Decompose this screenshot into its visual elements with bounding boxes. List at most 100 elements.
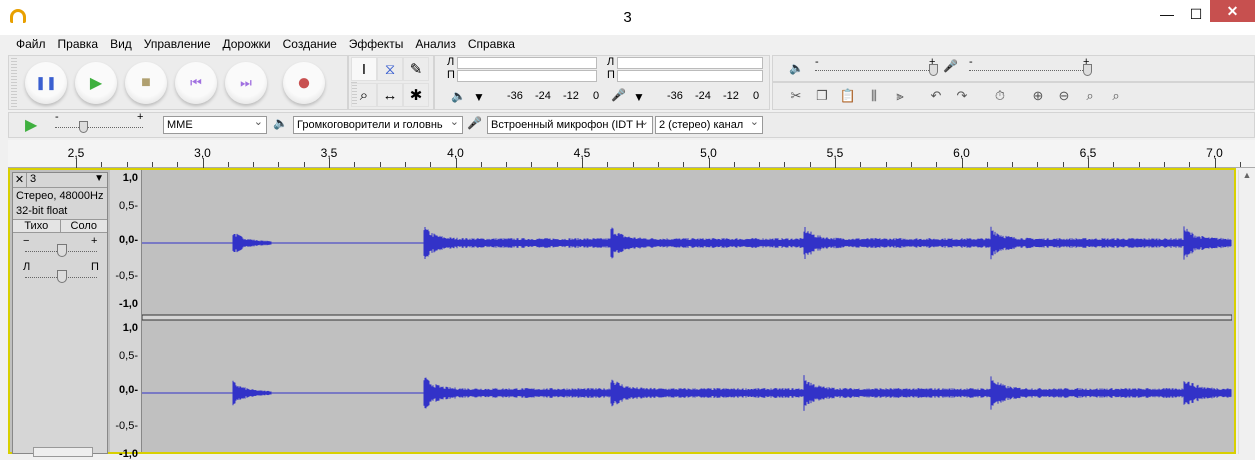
playback-speed-slider[interactable] (55, 127, 143, 128)
microphone-icon: 🎤 (467, 116, 482, 130)
pause-button[interactable]: ❚❚ (25, 61, 67, 104)
microphone-icon[interactable]: 🎤 (611, 88, 626, 102)
ruler-minor-tick (759, 162, 761, 167)
solo-button[interactable]: Соло (60, 220, 107, 232)
meter-tick: -36 (507, 90, 523, 102)
record-button[interactable]: ● (283, 61, 325, 104)
silence-icon[interactable]: ⫸ (887, 84, 913, 108)
speaker-icon: 🔈 (273, 116, 288, 130)
ruler-minor-tick (809, 162, 811, 167)
ruler-minor-tick (1239, 162, 1241, 167)
zoom-out-icon[interactable]: ⊖ (1051, 84, 1077, 108)
timeshift-tool-icon[interactable]: ↔ (377, 83, 403, 107)
input-device-select[interactable]: Встроенный микрофон (IDT H (487, 116, 653, 134)
ruler-minor-tick (1189, 162, 1191, 167)
playback-speed-thumb[interactable] (79, 121, 88, 133)
playback-volume-thumb[interactable] (929, 64, 938, 76)
vertical-scrollbar[interactable]: ▲ (1238, 170, 1255, 454)
ruler-minor-tick (632, 162, 634, 167)
waveform[interactable] (142, 170, 1232, 452)
ruler-major-tick (708, 158, 710, 168)
trim-icon[interactable]: ⫼ (861, 84, 887, 108)
menu-view[interactable]: Вид (104, 35, 138, 53)
gain-min-label: − (23, 235, 30, 247)
undo-icon[interactable]: ↶ (923, 84, 949, 108)
menu-tracks[interactable]: Дорожки (217, 35, 277, 53)
menu-edit[interactable]: Правка (52, 35, 105, 53)
playback-meter-menu-icon[interactable]: ▼ (473, 90, 485, 104)
audio-host-select[interactable]: MME (163, 116, 267, 134)
envelope-tool-icon[interactable]: ⧖ (377, 57, 403, 81)
microphone-icon: 🎤 (943, 59, 958, 73)
close-button[interactable]: ✕ (1210, 0, 1255, 22)
paste-icon[interactable]: 📋 (835, 84, 861, 108)
skip-to-end-button[interactable]: ⏭ (225, 61, 267, 104)
ruler-minor-tick (177, 162, 179, 167)
menu-effects[interactable]: Эффекты (343, 35, 410, 53)
speaker-icon[interactable]: 🔈 (451, 89, 466, 103)
cut-icon[interactable]: ✂ (783, 84, 809, 108)
record-meter-right[interactable] (617, 70, 763, 82)
zoom-in-icon[interactable]: ⊕ (1025, 84, 1051, 108)
gain-slider-thumb[interactable] (57, 244, 67, 257)
speed-min-label: - (55, 111, 59, 123)
fit-project-icon[interactable]: ⌕ (1103, 84, 1129, 108)
edit-toolbar: ✂ ❐ 📋 ⫼ ⫸ ↶ ↷ ⏱ ⊕ ⊖ ⌕ ⌕ (772, 82, 1255, 110)
minimize-button[interactable]: — (1152, 0, 1182, 28)
playback-volume-slider[interactable] (815, 70, 933, 71)
draw-tool-icon[interactable]: ✎ (403, 57, 429, 81)
maximize-button[interactable]: ☐ (1181, 0, 1211, 28)
ruler-minor-tick (101, 162, 103, 167)
selection-tool-icon[interactable]: I (351, 57, 377, 81)
pan-right-label: П (91, 261, 99, 273)
record-meter-left[interactable] (617, 57, 763, 69)
sync-lock-icon[interactable]: ⏱ (987, 84, 1013, 108)
close-track-icon[interactable]: ✕ (13, 173, 27, 187)
fit-selection-icon[interactable]: ⌕ (1077, 84, 1103, 108)
track-resize-handle[interactable] (33, 447, 93, 457)
toolbar-grip[interactable] (11, 57, 17, 108)
record-volume-slider[interactable] (969, 70, 1087, 71)
menu-file[interactable]: Файл (10, 35, 52, 53)
record-left-label: Л (607, 56, 615, 68)
multi-tool-icon[interactable]: ✱ (403, 83, 429, 107)
play-at-speed-button[interactable]: ▶ (25, 115, 37, 135)
ruler-minor-tick (607, 162, 609, 167)
track-format: Стерео, 48000Hz (16, 190, 104, 202)
track-name-menu[interactable]: 3 (27, 173, 94, 187)
track-bitdepth: 32-bit float (16, 205, 68, 217)
play-button[interactable]: ▶ (75, 61, 117, 104)
copy-icon[interactable]: ❐ (809, 84, 835, 108)
output-device-select[interactable]: Громкоговорители и головнь (293, 116, 463, 134)
ruler-minor-tick (379, 162, 381, 167)
meter-tick: -24 (535, 90, 551, 102)
pan-slider-thumb[interactable] (57, 270, 67, 283)
scale-label: 1,0 (122, 172, 138, 184)
menu-analyze[interactable]: Анализ (409, 35, 462, 53)
stop-button[interactable]: ■ (125, 61, 167, 104)
timeline-ruler[interactable]: 2,5 3,0 3,5 4,0 4,5 5,0 5,5 6,0 6,5 7,0 (8, 140, 1255, 168)
record-meter-menu-icon[interactable]: ▼ (633, 90, 645, 104)
zoom-tool-icon[interactable]: ⌕ (351, 83, 377, 107)
track-menu-chevron-icon[interactable]: ▼ (94, 173, 107, 187)
mixer-toolbar: 🔈 - + 🎤 - + (772, 55, 1255, 82)
playback-meter-left[interactable] (457, 57, 597, 69)
mute-button[interactable]: Тихо (13, 220, 61, 232)
ruler-minor-tick (784, 162, 786, 167)
redo-icon[interactable]: ↷ (949, 84, 975, 108)
menu-help[interactable]: Справка (462, 35, 521, 53)
meter-tick: 0 (593, 90, 600, 102)
menu-generate[interactable]: Создание (277, 35, 343, 53)
playback-meter-right[interactable] (457, 70, 597, 82)
ruler-minor-tick (1163, 162, 1165, 167)
speaker-icon: 🔈 (789, 61, 804, 75)
meter-tick: -36 (667, 90, 683, 102)
ruler-minor-tick (936, 162, 938, 167)
menu-transport[interactable]: Управление (138, 35, 217, 53)
record-volume-thumb[interactable] (1083, 64, 1092, 76)
channels-select[interactable]: 2 (стерео) канал (655, 116, 763, 134)
ruler-minor-tick (506, 162, 508, 167)
title-bar: 3 — ☐ ✕ (0, 0, 1255, 35)
scroll-up-icon[interactable]: ▲ (1239, 170, 1255, 180)
skip-to-start-button[interactable]: ⏮ (175, 61, 217, 104)
